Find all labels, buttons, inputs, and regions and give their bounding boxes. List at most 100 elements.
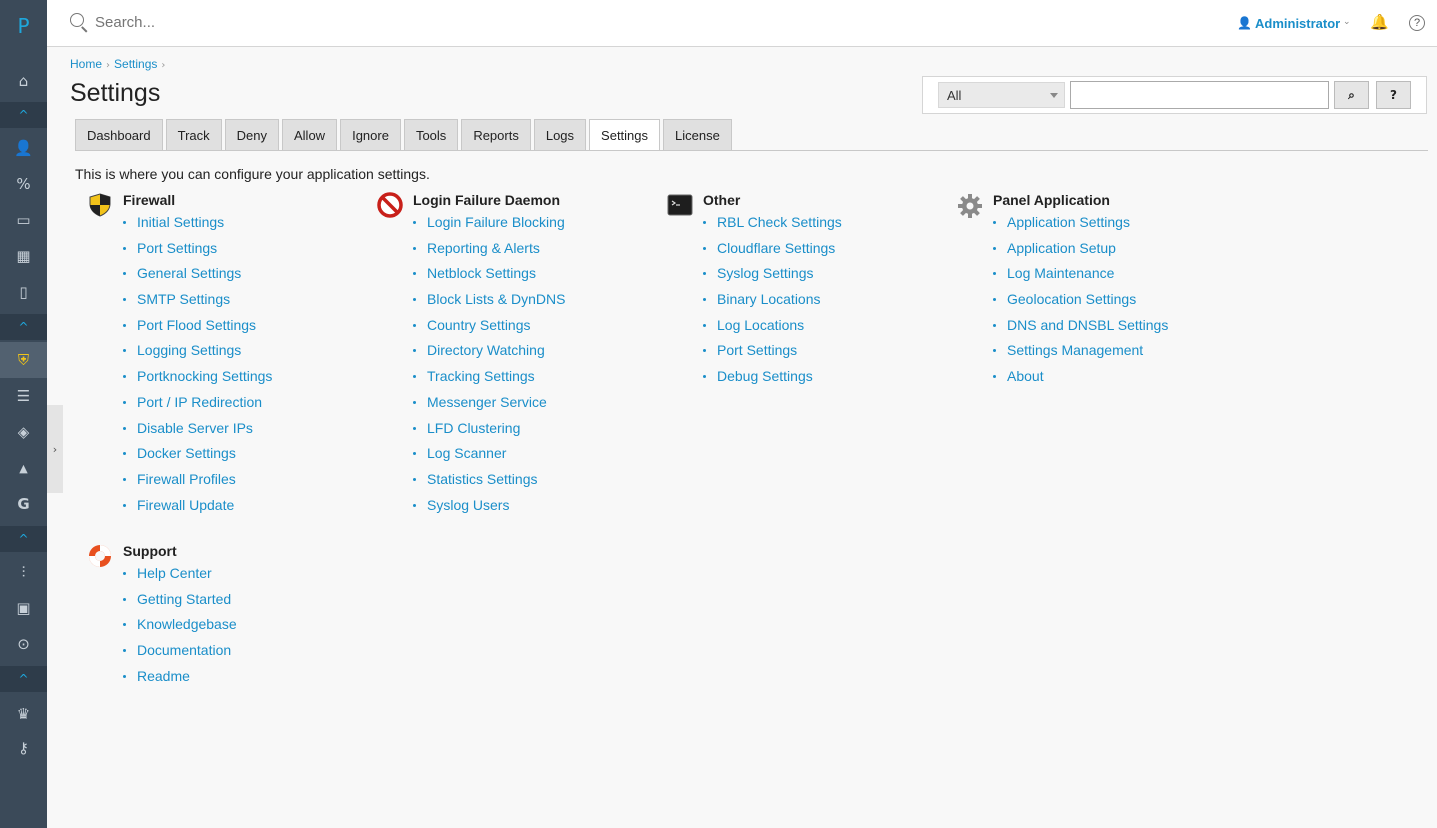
percent-icon[interactable]: %: [0, 166, 47, 202]
tab-license[interactable]: License: [663, 119, 732, 150]
list-item: Help Center: [123, 565, 237, 591]
collapse-icon[interactable]: ^: [0, 314, 47, 340]
tab-reports[interactable]: Reports: [461, 119, 531, 150]
filter-select[interactable]: All: [938, 82, 1065, 108]
tab-logs[interactable]: Logs: [533, 119, 587, 150]
link-directory-watching[interactable]: Directory Watching: [427, 342, 545, 358]
link-log-maintenance[interactable]: Log Maintenance: [1007, 265, 1114, 281]
link-dns-dnsbl-settings[interactable]: DNS and DNSBL Settings: [1007, 317, 1168, 333]
collapse-icon[interactable]: ^: [0, 666, 47, 692]
link-port-flood-settings[interactable]: Port Flood Settings: [137, 317, 256, 333]
link-disable-server-ips[interactable]: Disable Server IPs: [137, 420, 253, 436]
key-icon[interactable]: ⚷: [0, 730, 47, 766]
list-item: Geolocation Settings: [993, 291, 1168, 317]
tab-tools[interactable]: Tools: [403, 119, 459, 150]
link-logging-settings[interactable]: Logging Settings: [137, 342, 241, 358]
collapse-icon[interactable]: ^: [0, 102, 47, 128]
tab-ignore[interactable]: Ignore: [340, 119, 401, 150]
link-port-settings[interactable]: Port Settings: [137, 240, 217, 256]
list-item: Cloudflare Settings: [703, 240, 842, 266]
user-icon[interactable]: 👤: [0, 130, 47, 166]
filter-search-button[interactable]: ⌕: [1334, 81, 1369, 109]
section-title: Panel Application: [993, 192, 1110, 208]
checklist-icon[interactable]: ☰: [0, 378, 47, 414]
breadcrumb-home[interactable]: Home: [70, 57, 102, 71]
link-docker-settings[interactable]: Docker Settings: [137, 445, 236, 461]
apps-grid-icon[interactable]: ▦: [0, 238, 47, 274]
filter-help-button[interactable]: ?: [1376, 81, 1411, 109]
crown-icon[interactable]: ♛: [0, 696, 47, 732]
intro-text: This is where you can configure your app…: [75, 166, 430, 182]
notifications-bell-icon[interactable]: 🔔: [1370, 13, 1389, 31]
tab-deny[interactable]: Deny: [224, 119, 279, 150]
link-application-settings[interactable]: Application Settings: [1007, 214, 1130, 230]
book-icon[interactable]: ▯: [0, 274, 47, 310]
tab-divider: [75, 150, 1428, 151]
help-icon[interactable]: ?: [1409, 15, 1425, 31]
list-item: Syslog Users: [413, 497, 565, 523]
link-documentation[interactable]: Documentation: [137, 642, 231, 658]
link-about[interactable]: About: [1007, 368, 1044, 384]
list-item: Getting Started: [123, 591, 237, 617]
search-input[interactable]: [95, 14, 495, 31]
user-menu[interactable]: Administrator: [1255, 16, 1340, 31]
csf-shield-icon[interactable]: ⛨: [0, 342, 47, 378]
link-block-lists-dyndns[interactable]: Block Lists & DynDNS: [427, 291, 565, 307]
link-country-settings[interactable]: Country Settings: [427, 317, 531, 333]
link-initial-settings[interactable]: Initial Settings: [137, 214, 224, 230]
google-icon[interactable]: G: [0, 486, 47, 522]
search-zoom-icon[interactable]: ⊙: [0, 626, 47, 662]
link-rbl-check-settings[interactable]: RBL Check Settings: [717, 214, 842, 230]
tab-settings[interactable]: Settings: [589, 119, 661, 151]
panel-logo[interactable]: P: [0, 14, 47, 38]
link-tracking-settings[interactable]: Tracking Settings: [427, 368, 535, 384]
link-netblock-settings[interactable]: Netblock Settings: [427, 265, 536, 281]
collapse-icon[interactable]: ^: [0, 526, 47, 552]
link-help-center[interactable]: Help Center: [137, 565, 212, 581]
tab-allow[interactable]: Allow: [282, 119, 338, 150]
link-knowledgebase[interactable]: Knowledgebase: [137, 616, 237, 632]
filter-search-input[interactable]: [1070, 81, 1329, 109]
link-portknocking-settings[interactable]: Portknocking Settings: [137, 368, 272, 384]
link-debug-settings[interactable]: Debug Settings: [717, 368, 813, 384]
link-binary-locations[interactable]: Binary Locations: [717, 291, 821, 307]
link-messenger-service[interactable]: Messenger Service: [427, 394, 547, 410]
link-port-settings-other[interactable]: Port Settings: [717, 342, 797, 358]
link-firewall-profiles[interactable]: Firewall Profiles: [137, 471, 236, 487]
link-port-ip-redirection[interactable]: Port / IP Redirection: [137, 394, 262, 410]
link-firewall-update[interactable]: Firewall Update: [137, 497, 234, 513]
link-readme[interactable]: Readme: [137, 668, 190, 684]
link-statistics-settings[interactable]: Statistics Settings: [427, 471, 538, 487]
user-icon: 👤: [1237, 16, 1252, 30]
list-item: Syslog Settings: [703, 265, 842, 291]
home-icon[interactable]: ⌂: [0, 63, 47, 99]
sliders-icon[interactable]: ⫶: [0, 554, 47, 590]
link-general-settings[interactable]: General Settings: [137, 265, 241, 281]
link-getting-started[interactable]: Getting Started: [137, 591, 231, 607]
link-login-failure-blocking[interactable]: Login Failure Blocking: [427, 214, 565, 230]
chevron-down-icon[interactable]: ⌄: [1343, 17, 1351, 27]
link-lfd-clustering[interactable]: LFD Clustering: [427, 420, 520, 436]
link-log-scanner[interactable]: Log Scanner: [427, 445, 506, 461]
link-syslog-settings[interactable]: Syslog Settings: [717, 265, 814, 281]
dashboard-icon[interactable]: ▣: [0, 590, 47, 626]
link-log-locations[interactable]: Log Locations: [717, 317, 804, 333]
monitor-icon[interactable]: ▭: [0, 202, 47, 238]
link-cloudflare-settings[interactable]: Cloudflare Settings: [717, 240, 835, 256]
list-item: Documentation: [123, 642, 237, 668]
shield-icon[interactable]: ◈: [0, 414, 47, 450]
list-item: Application Settings: [993, 214, 1168, 240]
link-syslog-users[interactable]: Syslog Users: [427, 497, 509, 513]
link-reporting-alerts[interactable]: Reporting & Alerts: [427, 240, 540, 256]
breadcrumb-settings[interactable]: Settings: [114, 57, 157, 71]
tab-track[interactable]: Track: [165, 119, 222, 150]
mountain-icon[interactable]: ▲: [0, 450, 47, 486]
link-smtp-settings[interactable]: SMTP Settings: [137, 291, 230, 307]
search-icon: [69, 12, 89, 33]
link-application-setup[interactable]: Application Setup: [1007, 240, 1116, 256]
list-item: Port Settings: [123, 240, 272, 266]
link-geolocation-settings[interactable]: Geolocation Settings: [1007, 291, 1136, 307]
tab-dashboard[interactable]: Dashboard: [75, 119, 163, 150]
link-settings-management[interactable]: Settings Management: [1007, 342, 1143, 358]
sidebar-toggle[interactable]: ›: [47, 405, 63, 493]
